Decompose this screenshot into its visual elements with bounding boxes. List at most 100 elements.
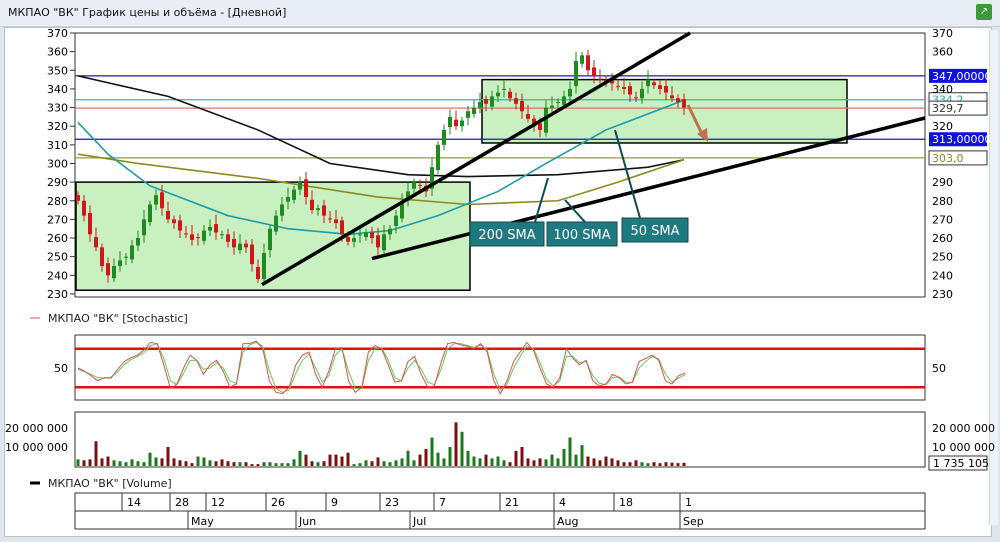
- volume-bar: [334, 454, 338, 466]
- volume-bar: [154, 457, 158, 466]
- volume-bar: [184, 461, 188, 466]
- candle-body: [322, 205, 326, 216]
- y-tick-right: 260: [932, 232, 953, 245]
- candle-body: [172, 219, 176, 224]
- candle-body: [484, 99, 488, 104]
- volume-bar: [616, 460, 620, 466]
- candle-body: [496, 92, 500, 97]
- stoch-tick-right: 50: [932, 362, 946, 375]
- y-tick-right: 360: [932, 46, 953, 59]
- candle-body: [520, 101, 524, 112]
- day-label: 9: [331, 496, 338, 509]
- day-label: 23: [385, 496, 399, 509]
- y-tick-left: 320: [47, 120, 68, 133]
- volume-bar: [196, 456, 200, 466]
- volume-bar: [316, 462, 320, 466]
- volume-bar: [520, 447, 524, 466]
- candle-body: [568, 88, 572, 97]
- volume-bar: [124, 462, 128, 466]
- volume-bar: [472, 456, 476, 466]
- volume-bar: [88, 459, 92, 466]
- candle-body: [124, 256, 128, 258]
- volume-bar: [226, 461, 230, 466]
- volume-bar: [364, 460, 368, 466]
- volume-bar: [118, 461, 122, 466]
- candle-body: [250, 244, 254, 265]
- volume-bar: [484, 454, 488, 466]
- volume-bar: [424, 448, 428, 466]
- candle-body: [646, 79, 650, 87]
- candle-body: [634, 97, 638, 99]
- volume-bar: [286, 463, 290, 466]
- candle-body: [472, 107, 476, 115]
- y-tick-right: 230: [932, 288, 953, 301]
- volume-bar: [322, 461, 326, 466]
- volume-bar: [514, 450, 518, 466]
- volume-bar: [82, 460, 86, 466]
- volume-bar: [280, 463, 284, 466]
- volume-bar: [448, 447, 452, 466]
- y-tick-left: 300: [47, 157, 68, 170]
- volume-bar: [352, 464, 356, 466]
- chart-canvas[interactable]: 347,00000313,00000334,2329,7303,0370 3703…: [0, 0, 1000, 542]
- level-label: 347,00000: [932, 70, 992, 83]
- y-tick-left: 270: [47, 213, 68, 226]
- y-tick-left: 260: [47, 232, 68, 245]
- candle-body: [328, 218, 332, 220]
- candle-body: [580, 55, 584, 64]
- candle-body: [112, 266, 116, 279]
- day-label: 18: [619, 496, 633, 509]
- candle-body: [346, 237, 350, 242]
- volume-bar: [220, 459, 224, 466]
- candle-body: [376, 235, 380, 248]
- volume-bar: [172, 458, 176, 466]
- candle-body: [598, 78, 602, 80]
- month-label: Jul: [412, 515, 426, 528]
- candle-body: [268, 228, 272, 251]
- volume-bar: [292, 459, 296, 466]
- volume-bar: [310, 461, 314, 466]
- day-label: 7: [439, 496, 446, 509]
- volume-bar: [676, 463, 680, 466]
- y-tick-left: 280: [47, 195, 68, 208]
- candle-body: [448, 116, 452, 128]
- day-label: 21: [505, 496, 519, 509]
- volume-bar: [208, 460, 212, 466]
- callout-100-sma: 100 SMA: [553, 228, 610, 243]
- volume-bar: [268, 462, 272, 466]
- callout-50-sma: 50 SMA: [630, 224, 679, 239]
- candle-body: [238, 243, 242, 251]
- candle-body: [220, 234, 224, 236]
- volume-bar: [442, 458, 446, 466]
- volume-bar: [538, 458, 542, 466]
- volume-bar: [112, 460, 116, 466]
- candle-body: [658, 85, 662, 89]
- volume-bar: [646, 463, 650, 466]
- y-tick-right: 320: [932, 120, 953, 133]
- level-label: 313,00000: [932, 133, 992, 146]
- candle-body: [208, 226, 212, 231]
- candle-body: [412, 182, 416, 189]
- level-label: 329,7: [932, 102, 964, 115]
- volume-bar: [394, 460, 398, 466]
- volume-bar: [670, 462, 674, 466]
- month-label: Aug: [557, 515, 578, 528]
- volume-bar: [412, 460, 416, 466]
- vol-tick-10m-right: 10 000 000: [932, 441, 995, 454]
- volume-bar: [562, 448, 566, 466]
- candle-body: [298, 182, 302, 190]
- candle-body: [310, 199, 314, 211]
- candle-body: [190, 234, 194, 240]
- y-tick-right: 240: [932, 269, 953, 282]
- volume-bar: [178, 460, 182, 466]
- month-label: Sep: [683, 515, 704, 528]
- volume-bar: [418, 454, 422, 466]
- volume-bar: [376, 457, 380, 466]
- candle-body: [550, 105, 554, 108]
- stochastic-legend: МКПАО "ВК" [Stochastic]: [48, 312, 188, 325]
- volume-bar: [304, 454, 308, 466]
- y-tick-right: 290: [932, 176, 953, 189]
- candle-body: [394, 215, 398, 226]
- candle-body: [436, 144, 440, 171]
- candle-body: [490, 96, 494, 107]
